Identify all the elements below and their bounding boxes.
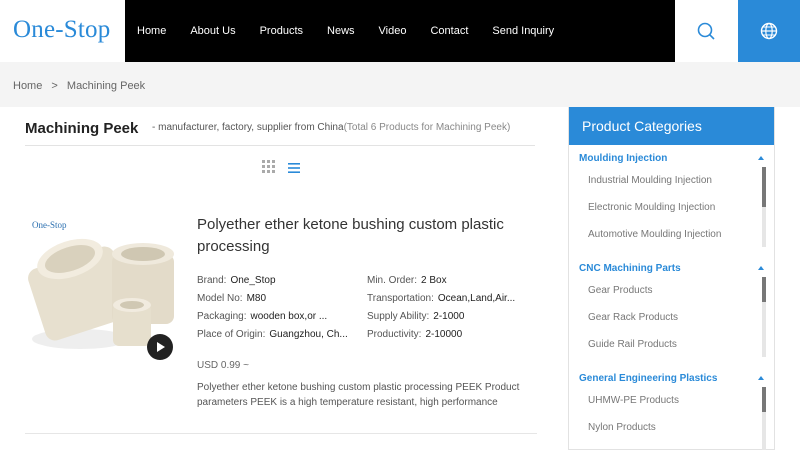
collapse-arrow-icon[interactable] xyxy=(758,156,764,160)
subcategory-item[interactable]: Nylon Products xyxy=(588,422,656,433)
spec-packaging: Packaging: wooden box,or ... xyxy=(197,311,327,322)
nav-contact[interactable]: Contact xyxy=(430,0,468,62)
breadcrumb-separator: > xyxy=(51,80,58,92)
breadcrumb-current: Machining Peek xyxy=(66,80,146,92)
nav-video[interactable]: Video xyxy=(379,0,407,62)
page-subtitle: - manufacturer, factory, supplier from C… xyxy=(152,122,510,133)
spec-value: 2-1000 xyxy=(433,311,465,322)
subcategory-item[interactable]: Guide Rail Products xyxy=(588,339,677,350)
product-title[interactable]: Polyether ether ketone bushing custom pl… xyxy=(197,214,527,258)
spec-value: M80 xyxy=(246,293,267,304)
scrollbar-thumb[interactable] xyxy=(762,167,766,207)
nav-news[interactable]: News xyxy=(327,0,355,62)
spec-label: Productivity: xyxy=(367,329,422,340)
spec-value: Guangzhou, Ch... xyxy=(269,329,348,340)
category-scrollbar[interactable] xyxy=(762,167,766,247)
search-button[interactable] xyxy=(675,0,738,62)
sidebar-heading: Product Categories xyxy=(569,107,774,145)
product-categories-sidebar: Product Categories Moulding Injection In… xyxy=(568,107,775,450)
globe-icon xyxy=(760,22,778,40)
scrollbar-thumb[interactable] xyxy=(762,277,766,302)
collapse-arrow-icon[interactable] xyxy=(758,266,764,270)
grid-view-icon[interactable] xyxy=(262,160,275,178)
subcategory-item[interactable]: Gear Rack Products xyxy=(588,312,678,323)
product-count: (Total 6 Products for Machining Peek) xyxy=(343,122,511,133)
subcategory-item[interactable]: Gear Products xyxy=(588,285,652,296)
scrollbar-thumb[interactable] xyxy=(762,387,766,412)
category-scrollbar[interactable] xyxy=(762,277,766,357)
spec-brand: Brand: One_Stop xyxy=(197,275,276,286)
spec-label: Transportation: xyxy=(367,293,434,304)
spec-value: Ocean,Land,Air... xyxy=(437,293,516,304)
nav-about-us[interactable]: About Us xyxy=(190,0,235,62)
category-cnc-machining-parts[interactable]: CNC Machining Parts xyxy=(579,263,681,274)
site-header: One-Stop Home About Us Products News Vid… xyxy=(0,0,800,62)
search-icon xyxy=(697,22,715,40)
category-general-engineering-plastics[interactable]: General Engineering Plastics xyxy=(579,373,717,384)
language-button[interactable] xyxy=(738,0,800,62)
spec-supply-ability: Supply Ability: 2-1000 xyxy=(367,311,464,322)
breadcrumb: Home > Machining Peek xyxy=(13,80,151,92)
main-nav: Home About Us Products News Video Contac… xyxy=(125,0,566,62)
subcategory-item[interactable]: Automotive Moulding Injection xyxy=(588,229,721,240)
spec-min-order: Min. Order: 2 Box xyxy=(367,275,447,286)
category-scrollbar[interactable] xyxy=(762,387,766,450)
list-view-icon[interactable] xyxy=(288,161,300,179)
breadcrumb-bar: Home > Machining Peek xyxy=(0,62,800,107)
spec-value: 2-10000 xyxy=(425,329,463,340)
product-price: USD 0.99 ~ xyxy=(197,360,249,371)
product-image[interactable]: One-Stop xyxy=(25,214,180,369)
spec-value: One_Stop xyxy=(230,275,276,286)
spec-label: Packaging: xyxy=(197,311,247,322)
product-card: One-Stop Polyether ether ketone bushing … xyxy=(25,214,537,434)
nav-home[interactable]: Home xyxy=(137,0,166,62)
spec-value: wooden box,or ... xyxy=(250,311,328,322)
page-title: Machining Peek xyxy=(25,120,139,137)
subtitle-text: - manufacturer, factory, supplier from C… xyxy=(152,122,344,133)
play-video-button[interactable] xyxy=(147,334,173,360)
spec-label: Model No: xyxy=(197,293,243,304)
category-moulding-injection[interactable]: Moulding Injection xyxy=(579,153,667,164)
spec-transportation: Transportation: Ocean,Land,Air... xyxy=(367,293,515,304)
spec-label: Brand: xyxy=(197,275,227,286)
spec-place-of-origin: Place of Origin: Guangzhou, Ch... xyxy=(197,329,348,340)
spec-label: Place of Origin: xyxy=(197,329,266,340)
subcategory-item[interactable]: Electronic Moulding Injection xyxy=(588,202,715,213)
site-logo[interactable]: One-Stop xyxy=(13,16,110,44)
nav-send-inquiry[interactable]: Send Inquiry xyxy=(492,0,554,62)
collapse-arrow-icon[interactable] xyxy=(758,376,764,380)
subcategory-item[interactable]: Industrial Moulding Injection xyxy=(588,175,712,186)
spec-value: 2 Box xyxy=(421,275,447,286)
spec-model-no: Model No: M80 xyxy=(197,293,266,304)
product-description: Polyether ether ketone bushing custom pl… xyxy=(197,382,520,408)
spec-label: Supply Ability: xyxy=(367,311,430,322)
spec-productivity: Productivity: 2-10000 xyxy=(367,329,462,340)
logo-area[interactable]: One-Stop xyxy=(0,0,125,62)
subcategory-item[interactable]: UHMW-PE Products xyxy=(588,395,679,406)
listing-header: Machining Peek - manufacturer, factory, … xyxy=(25,118,535,146)
breadcrumb-home[interactable]: Home xyxy=(13,80,42,92)
nav-products[interactable]: Products xyxy=(260,0,303,62)
spec-label: Min. Order: xyxy=(367,275,418,286)
